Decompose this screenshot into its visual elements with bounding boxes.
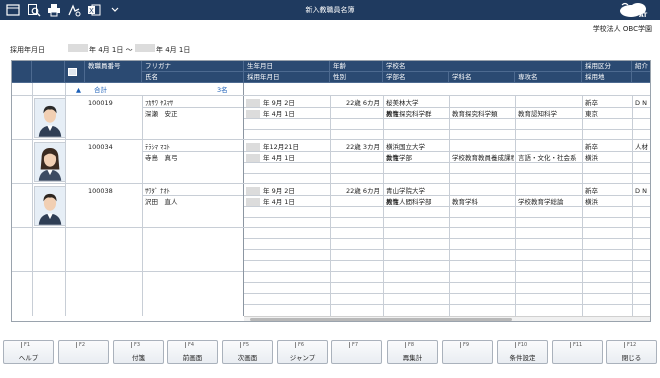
- fkey-label: 再集計: [402, 354, 423, 362]
- filter-to: 年 4月 1日: [156, 46, 191, 54]
- fkey-code: F12: [624, 342, 636, 348]
- fkey-code: F10: [515, 342, 527, 348]
- header-intro[interactable]: 紹介: [632, 61, 650, 72]
- fkey-code: F3: [131, 342, 140, 348]
- fkey-code: F6: [295, 342, 304, 348]
- header-department[interactable]: 学科名: [449, 72, 515, 83]
- fkey-code: F4: [185, 342, 194, 348]
- fkey-f6[interactable]: F6 ジャンプ: [277, 340, 328, 364]
- function-key-bar: F1 ヘルプ F2 F3 付箋 F4 前画面 F5 次画面 F6 ジャンプ F7…: [3, 340, 659, 364]
- header-age[interactable]: 年齢: [330, 61, 383, 72]
- header-gender[interactable]: 性別: [330, 72, 383, 83]
- logo-text: AT: [639, 12, 648, 19]
- fkey-code: F1: [21, 342, 30, 348]
- fkey-f5[interactable]: F5 次画面: [222, 340, 273, 364]
- cloud-logo-icon: AT: [616, 1, 654, 19]
- staff-photo: [34, 98, 66, 138]
- header-birth[interactable]: 生年月日: [244, 61, 330, 72]
- title-bar: X 新入教職員名簿 AT: [0, 0, 660, 20]
- fkey-code: F11: [570, 342, 582, 348]
- company-name: 学校法人 OBC学園: [592, 25, 652, 33]
- staff-photo: [34, 142, 66, 182]
- staff-photo: [34, 186, 66, 226]
- staff-grid: 教職員番号 フリガナ 氏名 生年月日 採用年月日 年齢 性別 学校名 学部名 学…: [11, 60, 651, 322]
- fkey-code: F7: [349, 342, 358, 348]
- fkey-code: F2: [76, 342, 85, 348]
- summary-collapse-icon[interactable]: ▲: [76, 85, 81, 95]
- summary-count: 3名: [217, 86, 228, 94]
- header-employee-no[interactable]: 教職員番号: [85, 61, 142, 83]
- header-blank-2: [32, 61, 65, 83]
- from-year-box: [68, 44, 88, 52]
- employee-number: 100034: [88, 143, 113, 151]
- employee-number: 100038: [88, 187, 113, 195]
- header-hire-place[interactable]: 採用地: [582, 72, 632, 83]
- header-settings[interactable]: [65, 61, 85, 83]
- fkey-f3[interactable]: F3 付箋: [113, 340, 164, 364]
- employee-number: 100019: [88, 99, 113, 107]
- staff-name: 沢田 直人: [145, 198, 178, 206]
- to-year-box: [135, 44, 155, 52]
- summary-label: 合計: [94, 86, 107, 94]
- fkey-f8[interactable]: F8 再集計: [387, 340, 438, 364]
- fkey-f11[interactable]: F11: [552, 340, 603, 364]
- fkey-label: 次画面: [237, 354, 258, 362]
- fkey-code: F8: [405, 342, 414, 348]
- header-furigana[interactable]: フリガナ: [142, 61, 244, 72]
- header-blank-1: [12, 61, 32, 83]
- header-hire-type[interactable]: 採用区分: [582, 61, 632, 72]
- fkey-label: 閉じる: [621, 354, 642, 362]
- header-major[interactable]: 専攻名: [515, 72, 582, 83]
- header-faculty[interactable]: 学部名: [383, 72, 449, 83]
- fkey-code: F9: [460, 342, 469, 348]
- fkey-f12[interactable]: F12 閉じる: [606, 340, 657, 364]
- fkey-label: 付箋: [132, 354, 145, 362]
- header-intro-2[interactable]: [632, 72, 650, 83]
- column-settings-icon[interactable]: [68, 68, 77, 76]
- filter-from: 年 4月 1日 ～: [89, 46, 133, 54]
- fkey-label: ジャンプ: [289, 354, 316, 362]
- fkey-f2[interactable]: F2: [58, 340, 109, 364]
- header-school[interactable]: 学校名: [383, 61, 582, 72]
- staff-name: 寺島 真弓: [145, 154, 178, 162]
- fkey-f7[interactable]: F7: [331, 340, 382, 364]
- header-hire-date[interactable]: 採用年月日: [244, 72, 330, 83]
- fkey-f10[interactable]: F10 条件設定: [497, 340, 548, 364]
- fkey-label: 前画面: [182, 354, 203, 362]
- fkey-f1[interactable]: F1 ヘルプ: [3, 340, 54, 364]
- fkey-f9[interactable]: F9: [442, 340, 493, 364]
- horizontal-scrollbar[interactable]: [244, 316, 650, 321]
- staff-name: 深瀬 安正: [145, 110, 178, 118]
- fkey-label: ヘルプ: [18, 354, 39, 362]
- header-name[interactable]: 氏名: [142, 72, 244, 83]
- app-title: 新入教職員名簿: [305, 6, 355, 14]
- fkey-f4[interactable]: F4 前画面: [167, 340, 218, 364]
- filter-label: 採用年月日: [10, 46, 45, 54]
- fkey-label: 条件設定: [509, 354, 536, 362]
- fkey-code: F5: [240, 342, 249, 348]
- scroll-thumb[interactable]: [250, 318, 512, 321]
